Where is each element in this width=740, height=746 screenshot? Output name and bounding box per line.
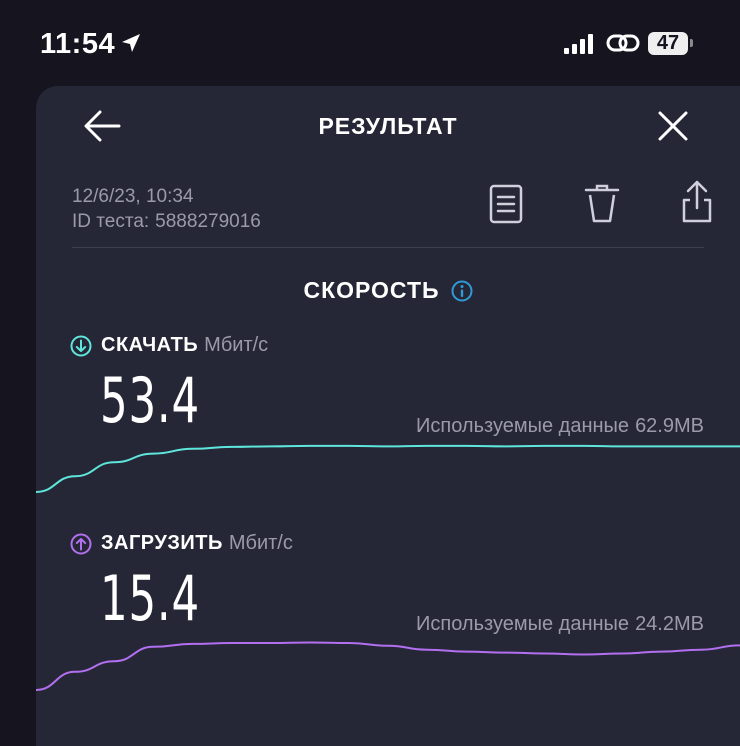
upload-data-label: Используемые данные <box>416 613 630 635</box>
test-id-label: ID теста: <box>72 211 150 232</box>
page-title: РЕЗУЛЬТАТ <box>318 113 458 139</box>
battery-tip <box>690 39 693 47</box>
share-icon[interactable] <box>680 180 714 224</box>
test-meta: 12/6/23, 10:34 ID теста: 5888279016 <box>72 184 261 234</box>
download-speed-graph <box>36 444 740 493</box>
download-arrow-icon <box>70 335 92 356</box>
info-icon[interactable] <box>451 280 473 302</box>
download-value: 53.4 <box>100 364 200 437</box>
cellular-signal-icon <box>564 34 593 54</box>
download-unit: Мбит/с <box>204 334 269 356</box>
section-title-text: СКОРОСТЬ <box>303 277 440 303</box>
location-arrow-icon <box>122 34 140 52</box>
test-id-value: 5888279016 <box>155 211 261 232</box>
upload-speed-graph <box>36 641 740 691</box>
upload-arrow-icon <box>70 533 92 554</box>
download-data-label: Используемые данные <box>416 415 630 437</box>
test-id: ID теста: 5888279016 <box>72 209 261 234</box>
section-title: СКОРОСТЬ <box>36 277 740 304</box>
upload-title: ЗАГРУЗИТЬ <box>101 532 223 554</box>
upload-data-value: 24.2MB <box>635 613 704 635</box>
test-datetime: 12/6/23, 10:34 <box>72 186 194 207</box>
battery-icon: 47 <box>648 32 688 55</box>
download-title: СКАЧАТЬ <box>101 334 199 356</box>
report-icon[interactable] <box>488 184 524 224</box>
upload-label: ЗАГРУЗИТЬ Мбит/с <box>70 532 293 555</box>
status-time: 11:54 <box>40 28 116 60</box>
upload-data-used: Используемые данные 24.2MB <box>416 613 704 636</box>
divider <box>72 247 704 248</box>
status-bar: 11:54 47 <box>0 0 740 86</box>
upload-speed-line <box>36 641 740 691</box>
trash-icon[interactable] <box>583 184 621 224</box>
download-data-value: 62.9MB <box>635 415 704 437</box>
close-icon[interactable] <box>657 110 689 142</box>
battery-level: 47 <box>656 32 680 54</box>
personal-hotspot-icon <box>606 34 640 52</box>
result-card: РЕЗУЛЬТАТ 12/6/23, 10:34 ID теста: 58882… <box>36 86 740 746</box>
download-label: СКАЧАТЬ Мбит/с <box>70 334 268 357</box>
download-data-used: Используемые данные 62.9MB <box>416 415 704 438</box>
upload-value: 15.4 <box>100 562 200 635</box>
upload-unit: Мбит/с <box>228 532 293 554</box>
download-speed-line <box>36 444 740 493</box>
